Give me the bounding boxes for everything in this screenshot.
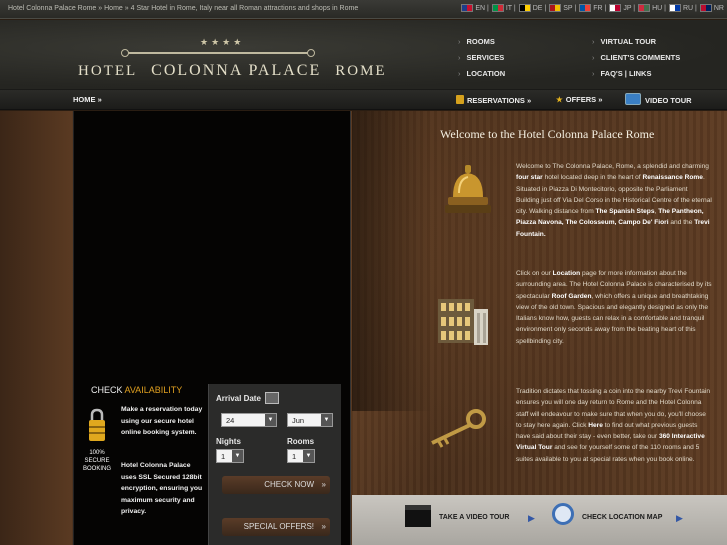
clapperboard-icon [405, 505, 431, 527]
arrival-date-label: Arrival Date [216, 394, 261, 403]
page-title: Welcome to the Hotel Colonna Palace Rome [440, 127, 655, 141]
check-availability-title: CHECK AVAILABILITY [91, 385, 183, 395]
nav-services[interactable]: SERVICES [458, 53, 505, 62]
language-de[interactable]: DE | [518, 4, 547, 12]
top-bar: Hotel Colonna Palace Rome » Home » 4 Sta… [0, 0, 727, 19]
check-now-button[interactable]: CHECK NOW» [222, 476, 330, 494]
flag-icon [549, 4, 562, 12]
nav-reservations[interactable]: RESERVATIONS » [456, 95, 531, 105]
rooms-label: Rooms [287, 437, 315, 446]
breadcrumb-hotel[interactable]: Hotel Colonna Palace Rome [8, 5, 96, 12]
flag-icon [579, 4, 592, 12]
ssl-info: Hotel Colonna Palace uses SSL Secured 12… [121, 462, 203, 515]
availability-form: Arrival Date 24 ▼ Jun ▼ Nights Rooms 1 ▼ 1 ▼… [208, 384, 341, 545]
flag-icon [638, 4, 651, 12]
language-code: DE | [532, 4, 547, 12]
padlock-icon [89, 408, 105, 441]
language-en[interactable]: EN | [461, 4, 489, 12]
location-map-link[interactable]: CHECK LOCATION MAP [582, 514, 662, 521]
chevron-down-icon: ▼ [265, 414, 276, 426]
nav-location[interactable]: LOCATION [458, 69, 506, 78]
colosseum-image [438, 299, 488, 345]
secure-booking-label: 100% SECURE BOOKING [82, 450, 111, 472]
language-jp[interactable]: JP | [609, 4, 635, 12]
calendar-icon[interactable] [265, 392, 279, 404]
sub-nav-bar: HOME » RESERVATIONS » ★ OFFERS » VIDEO TO… [0, 90, 727, 110]
breadcrumb-home[interactable]: Home [104, 5, 123, 12]
chevron-down-icon: ▼ [303, 450, 314, 462]
left-wood-panel [0, 111, 72, 545]
language-code: NR [713, 4, 724, 12]
bottom-links-bar: TAKE A VIDEO TOUR ▶ CHECK LOCATION MAP ▶ [352, 495, 727, 545]
key-image [431, 409, 486, 448]
nights-label: Nights [216, 437, 241, 446]
language-sp[interactable]: SP | [549, 4, 576, 12]
flag-icon [699, 4, 712, 12]
video-tour-icon [625, 93, 641, 105]
language-code: FR | [593, 4, 607, 12]
language-hu[interactable]: HU | [638, 4, 666, 12]
special-offers-button[interactable]: SPECIAL OFFERS!» [222, 518, 330, 536]
language-code: JP | [623, 4, 636, 12]
nav-offers[interactable]: ★ OFFERS » [556, 95, 602, 104]
arrival-month-select[interactable]: Jun ▼ [287, 413, 333, 427]
header: ★★★★ HOTELCOLONNA PALACEROME ROOMS VIRTU… [0, 20, 727, 90]
flag-icon [518, 4, 531, 12]
play-arrow-icon[interactable]: ▶ [676, 513, 683, 524]
nights-select[interactable]: 1 ▼ [216, 449, 244, 463]
nav-virtual-tour[interactable]: VIRTUAL TOUR [592, 37, 657, 46]
flag-icon [669, 4, 681, 12]
flag-icon [609, 4, 622, 12]
tradition-paragraph: Tradition dictates that tossing a coin i… [516, 388, 711, 463]
booking-intro: Make a reservation today using our secur… [121, 406, 203, 436]
arrival-day-select[interactable]: 24 ▼ [221, 413, 277, 427]
breadcrumb-current: 4 Star Hotel in Rome, Italy near all Rom… [130, 5, 359, 12]
play-arrow-icon[interactable]: ▶ [528, 513, 535, 524]
flag-icon [491, 4, 504, 12]
language-code: IT | [505, 4, 516, 12]
intro-paragraph: Welcome to The Colonna Palace, Rome, a s… [516, 163, 712, 238]
chevron-down-icon: ▼ [321, 414, 332, 426]
chevron-right-icon: » [321, 480, 326, 489]
nav-rooms[interactable]: ROOMS [458, 37, 495, 46]
language-code: HU | [652, 4, 666, 12]
nav-home[interactable]: HOME » [73, 95, 102, 104]
rooms-select[interactable]: 1 ▼ [287, 449, 315, 463]
language-selector: EN | IT | DE | SP | FR | JP | HU | RU | NR [461, 4, 724, 12]
chevron-down-icon: ▼ [232, 450, 243, 462]
language-code: EN | [475, 4, 489, 12]
reception-bell-image [445, 165, 491, 213]
star-icon: ★ [556, 95, 563, 104]
location-paragraph: Click on our Location page for more info… [516, 270, 712, 345]
chevron-right-icon: » [321, 522, 326, 531]
main-content: Welcome to the Hotel Colonna Palace Rome… [352, 111, 727, 493]
language-code: SP | [563, 4, 577, 12]
language-ru[interactable]: RU | [669, 4, 697, 12]
lock-icon [456, 95, 464, 104]
video-tour-link[interactable]: TAKE A VIDEO TOUR [439, 514, 509, 521]
flag-icon [461, 4, 474, 12]
language-fr[interactable]: FR | [579, 4, 606, 12]
language-it[interactable]: IT | [491, 4, 516, 12]
language-nr[interactable]: NR [699, 4, 724, 12]
logo-ornament [121, 49, 315, 57]
nav-faqs-links[interactable]: FAQ'S | LINKS [592, 69, 652, 78]
language-code: RU | [683, 4, 697, 12]
hotel-logo[interactable]: HOTEL COLONNA PALACE ROME [78, 62, 387, 80]
nav-clients-comments[interactable]: CLIENT'S COMMENTS [592, 53, 681, 62]
hotel-stars: ★★★★ [200, 38, 245, 48]
magnifier-icon [552, 503, 574, 525]
breadcrumb: Hotel Colonna Palace Rome » Home » 4 Sta… [8, 5, 359, 12]
nav-video-tour[interactable]: VIDEO TOUR [625, 93, 692, 105]
